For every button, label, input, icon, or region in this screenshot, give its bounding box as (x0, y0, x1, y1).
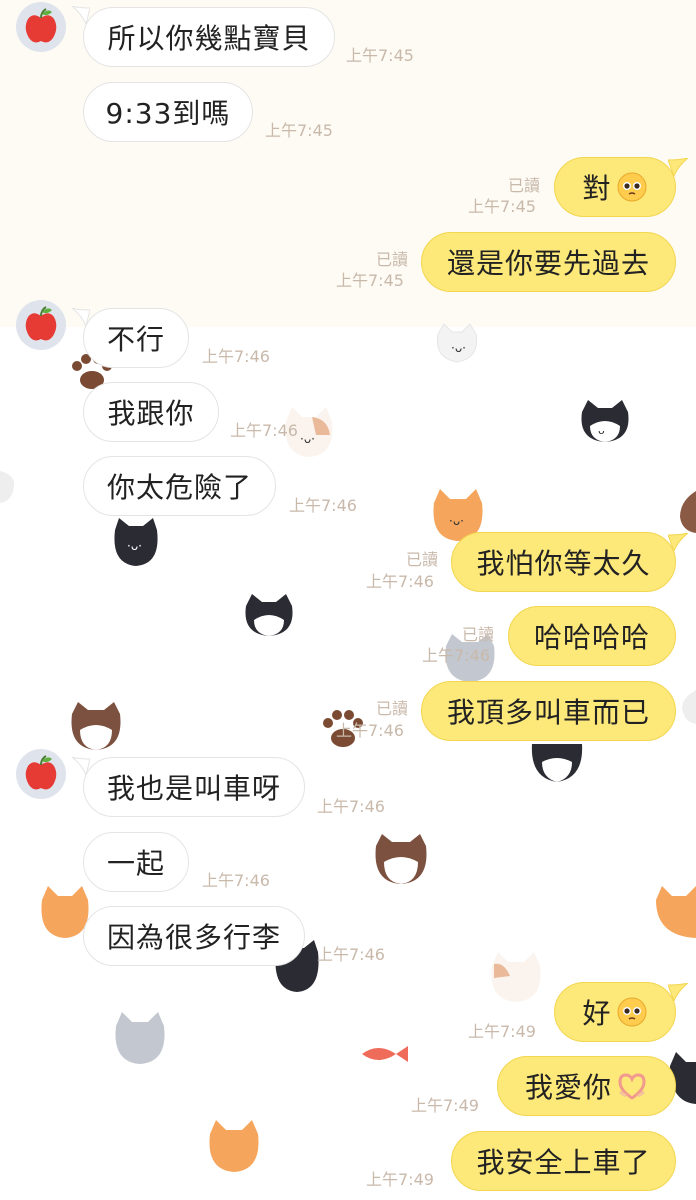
svg-text:·ᴗ·: ·ᴗ· (451, 341, 466, 355)
message-text: 對 (582, 172, 612, 205)
brown-white-cat-face-icon (71, 702, 121, 750)
message-bubble-incoming[interactable]: 我跟你 (83, 382, 219, 442)
message-text: 因為很多行李 (106, 921, 281, 954)
message-bubble-outgoing[interactable]: 我怕你等太久 (451, 532, 676, 592)
message-time: 上午7:46 (289, 496, 357, 515)
message-text: 一起 (106, 847, 165, 880)
message-time: 上午7:46 (317, 945, 385, 964)
message-time: 上午7:45 (468, 197, 536, 216)
message-time: 上午7:49 (411, 1096, 479, 1115)
black-white-cat-face-icon (245, 594, 293, 636)
message-bubble-incoming[interactable]: 9:33到嗎 (83, 82, 253, 142)
message-text: 我愛你 (524, 1071, 612, 1104)
read-receipt: 已讀 (376, 699, 409, 718)
message-bubble-outgoing[interactable]: 哈哈哈哈 (508, 606, 676, 666)
message-time: 上午7:46 (422, 646, 490, 665)
message-bubble-outgoing[interactable]: 還是你要先過去 (421, 232, 676, 292)
message-text: 我也是叫車呀 (106, 772, 281, 805)
brown-white-cat-face-icon (375, 834, 427, 884)
message-text: 你太危險了 (106, 471, 252, 504)
contact-avatar[interactable] (16, 749, 66, 799)
apple-icon (25, 8, 57, 43)
message-text: 我怕你等太久 (476, 547, 651, 580)
message-time: 上午7:46 (317, 797, 385, 816)
calico-cat-face-icon (491, 952, 541, 1002)
message-time: 上午7:46 (202, 347, 270, 366)
message-text: 好 (582, 997, 612, 1030)
svg-text:·ᴗ·: ·ᴗ· (300, 432, 315, 446)
message-text: 我頂多叫車而已 (446, 696, 650, 729)
gray-tabby-cat-face-icon (115, 1012, 165, 1064)
message-time: 上午7:45 (346, 46, 414, 65)
message-bubble-incoming[interactable]: 一起 (83, 832, 189, 892)
apple-icon (25, 755, 57, 790)
message-bubble-incoming[interactable]: 所以你幾點寶貝 (83, 7, 335, 67)
white-cat-face-icon (0, 471, 15, 503)
contact-avatar[interactable] (16, 300, 66, 350)
black-white-cat-face-icon: ᴗ (581, 400, 629, 442)
orange-cat-face-icon (656, 886, 696, 938)
message-text: 所以你幾點寶貝 (107, 22, 311, 55)
message-time: 上午7:49 (366, 1170, 434, 1189)
message-text: 哈哈哈哈 (533, 621, 650, 654)
message-bubble-outgoing[interactable]: 我安全上車了 (451, 1131, 676, 1191)
message-bubble-outgoing[interactable]: 好 (554, 982, 676, 1042)
message-time: 上午7:45 (336, 271, 404, 290)
apple-icon (25, 306, 57, 341)
message-bubble-outgoing[interactable]: 對 (554, 157, 676, 217)
black-white-cat-face-icon (531, 744, 583, 782)
message-bubble-incoming[interactable]: 你太危險了 (83, 456, 276, 516)
svg-text:ᴗ: ᴗ (598, 424, 605, 437)
message-bubble-outgoing[interactable]: 我愛你 (497, 1056, 676, 1116)
message-text: 不行 (106, 323, 165, 356)
pleading-face-icon (617, 172, 646, 202)
chat-area[interactable]: ·ᴗ· ᴗ ·ᴗ· ·ᴗ· ·ᴗ· 所以你幾點寶貝 上午7:45 9:33到嗎 … (0, 0, 696, 1200)
black-cat-face-icon: ·ᴗ· (114, 518, 158, 566)
orange-cat-face-icon (209, 1120, 259, 1172)
message-text: 我安全上車了 (476, 1146, 651, 1179)
message-bubble-incoming[interactable]: 因為很多行李 (83, 906, 305, 966)
fish-icon (362, 1046, 408, 1062)
message-time: 上午7:46 (202, 871, 270, 890)
white-cat-face-icon (682, 690, 696, 724)
pleading-face-icon (617, 997, 646, 1027)
heart-hands-icon (618, 1073, 646, 1100)
svg-text:·ᴗ·: ·ᴗ· (449, 514, 464, 528)
message-text: 還是你要先過去 (446, 247, 650, 280)
contact-avatar[interactable] (16, 2, 66, 52)
message-bubble-outgoing[interactable]: 我頂多叫車而已 (421, 681, 676, 741)
message-text: 我跟你 (107, 397, 195, 430)
brown-cat-face-icon (680, 491, 696, 533)
message-time: 上午7:46 (336, 721, 404, 740)
message-time: 上午7:46 (230, 421, 298, 440)
message-time: 上午7:49 (468, 1022, 536, 1041)
message-time: 上午7:45 (265, 121, 333, 140)
read-receipt: 已讀 (406, 550, 439, 569)
message-bubble-incoming[interactable]: 不行 (83, 308, 189, 368)
message-time: 上午7:46 (366, 572, 434, 591)
message-text: 9:33到嗎 (105, 97, 231, 130)
svg-text:·ᴗ·: ·ᴗ· (127, 539, 142, 553)
white-cat-face-icon: ·ᴗ· (436, 323, 478, 363)
message-bubble-incoming[interactable]: 我也是叫車呀 (83, 757, 305, 817)
